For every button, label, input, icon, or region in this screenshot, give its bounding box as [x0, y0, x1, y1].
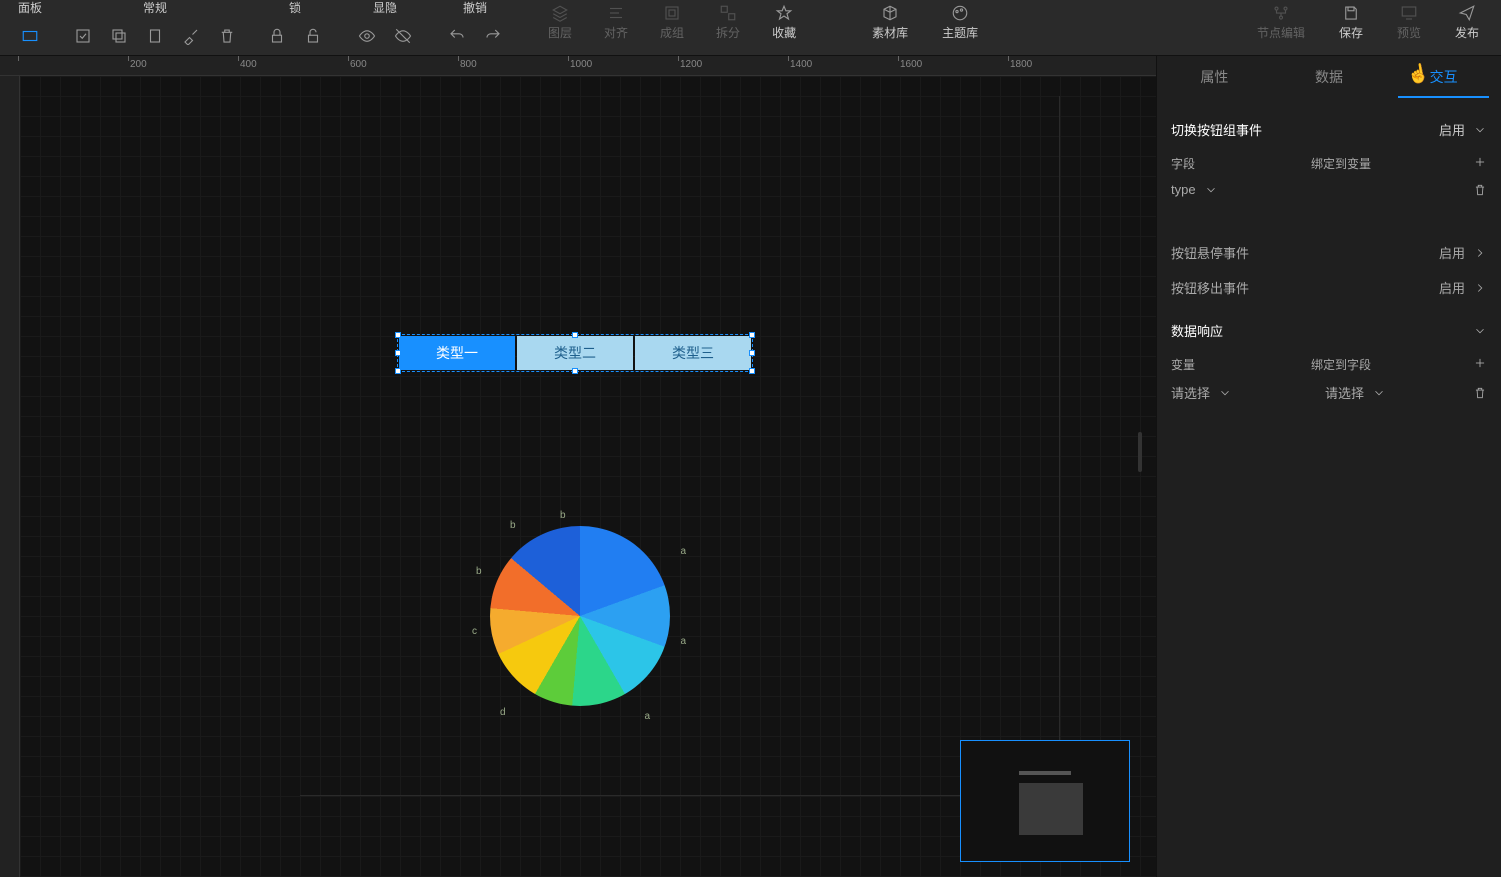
canvas-stage[interactable]: 类型一 类型二 类型三 a a a d c b b	[20, 76, 1156, 877]
toolbar-group-undo-label: 撤销	[463, 0, 487, 16]
artboard	[300, 96, 1060, 796]
rectangle-icon[interactable]	[21, 27, 39, 45]
star-icon	[775, 4, 793, 22]
save-icon	[1342, 4, 1360, 22]
nodes-icon	[1272, 4, 1290, 22]
ungroup-icon	[719, 4, 737, 22]
bg-btn-1[interactable]: 类型一	[399, 336, 515, 370]
tab-interact[interactable]: 交互	[1386, 56, 1501, 98]
send-icon	[1458, 4, 1476, 22]
section-data-response[interactable]: 数据响应	[1171, 311, 1487, 350]
chevron-down-icon[interactable]	[1473, 324, 1487, 338]
checkbox-icon[interactable]	[74, 27, 92, 45]
hover-event-row[interactable]: 按钮悬停事件 启用	[1171, 235, 1487, 270]
bindfield-select[interactable]: 请选择	[1325, 383, 1445, 402]
align-icon	[607, 4, 625, 22]
themes-button[interactable]: 主题库	[934, 0, 986, 41]
ruler-horizontal: 200 400 600 800 1000 1200 1400 1600 1800	[0, 56, 1156, 76]
group-button[interactable]: 成组	[652, 0, 692, 41]
chevron-right-icon	[1473, 281, 1487, 295]
eye-icon[interactable]	[358, 27, 376, 45]
save-button[interactable]: 保存	[1331, 0, 1371, 41]
palette-icon	[951, 4, 969, 22]
button-group-component[interactable]: 类型一 类型二 类型三	[399, 336, 751, 370]
top-toolbar: 面板 常规 锁 显隐 撤销	[0, 0, 1501, 56]
lock-icon[interactable]	[268, 27, 286, 45]
minimap[interactable]	[960, 740, 1130, 862]
bindfield-column-header: 绑定到字段	[1311, 356, 1441, 373]
cursor-pointer-icon: ☝	[1405, 62, 1431, 87]
section-switch-event[interactable]: 切换按钮组事件 启用	[1171, 110, 1487, 149]
bg-btn-2[interactable]: 类型二	[517, 336, 633, 370]
pie-chart-component[interactable]: a a a d c b b b	[480, 516, 680, 716]
favorite-button[interactable]: 收藏	[764, 0, 804, 41]
toolbar-group-visibility-label: 显隐	[373, 0, 397, 16]
chevron-down-icon[interactable]	[1473, 123, 1487, 137]
var-column-header: 变量	[1171, 356, 1311, 373]
toolbar-group-lock-label: 锁	[289, 0, 301, 16]
preview-button[interactable]: 预览	[1389, 0, 1429, 41]
layers-icon	[551, 4, 569, 22]
toolbar-group-general-label: 常规	[143, 0, 167, 16]
brush-icon[interactable]	[182, 27, 200, 45]
redo-icon[interactable]	[484, 27, 502, 45]
chevron-right-icon	[1473, 246, 1487, 260]
align-button[interactable]: 对齐	[596, 0, 636, 41]
plus-icon[interactable]	[1473, 356, 1487, 370]
bind-column-header: 绑定到变量	[1311, 155, 1441, 172]
node-edit-button[interactable]: 节点编辑	[1249, 0, 1313, 41]
publish-button[interactable]: 发布	[1447, 0, 1487, 41]
ruler-vertical	[0, 76, 20, 877]
monitor-icon	[1400, 4, 1418, 22]
var-select[interactable]: 请选择	[1171, 383, 1311, 402]
tab-data[interactable]: 数据	[1272, 56, 1387, 98]
tab-attrs[interactable]: 属性	[1157, 56, 1272, 98]
panel-tabs: 属性 数据 交互 ☝	[1157, 56, 1501, 98]
minimap-scrollbar[interactable]	[1138, 76, 1148, 827]
bg-btn-3[interactable]: 类型三	[635, 336, 751, 370]
out-event-row[interactable]: 按钮移出事件 启用	[1171, 270, 1487, 305]
toolbar-group-panel-label: 面板	[18, 0, 42, 16]
field-select[interactable]: type	[1171, 182, 1311, 197]
ungroup-button[interactable]: 拆分	[708, 0, 748, 41]
assets-button[interactable]: 素材库	[864, 0, 916, 41]
pie-chart	[490, 526, 670, 706]
layers-button[interactable]: 图层	[540, 0, 580, 41]
trash-icon[interactable]	[218, 27, 236, 45]
cube-icon	[881, 4, 899, 22]
canvas-area[interactable]: 200 400 600 800 1000 1200 1400 1600 1800…	[0, 56, 1156, 877]
eye-off-icon[interactable]	[394, 27, 412, 45]
group-icon	[663, 4, 681, 22]
paste-icon[interactable]	[146, 27, 164, 45]
property-panel: 属性 数据 交互 ☝ 切换按钮组事件 启用 字段 绑定到变量	[1156, 56, 1501, 877]
copy-icon[interactable]	[110, 27, 128, 45]
delete-field-icon[interactable]	[1473, 183, 1487, 197]
unlock-icon[interactable]	[304, 27, 322, 45]
plus-icon[interactable]	[1473, 155, 1487, 169]
undo-icon[interactable]	[448, 27, 466, 45]
delete-var-icon[interactable]	[1473, 386, 1487, 400]
field-column-header: 字段	[1171, 155, 1311, 172]
